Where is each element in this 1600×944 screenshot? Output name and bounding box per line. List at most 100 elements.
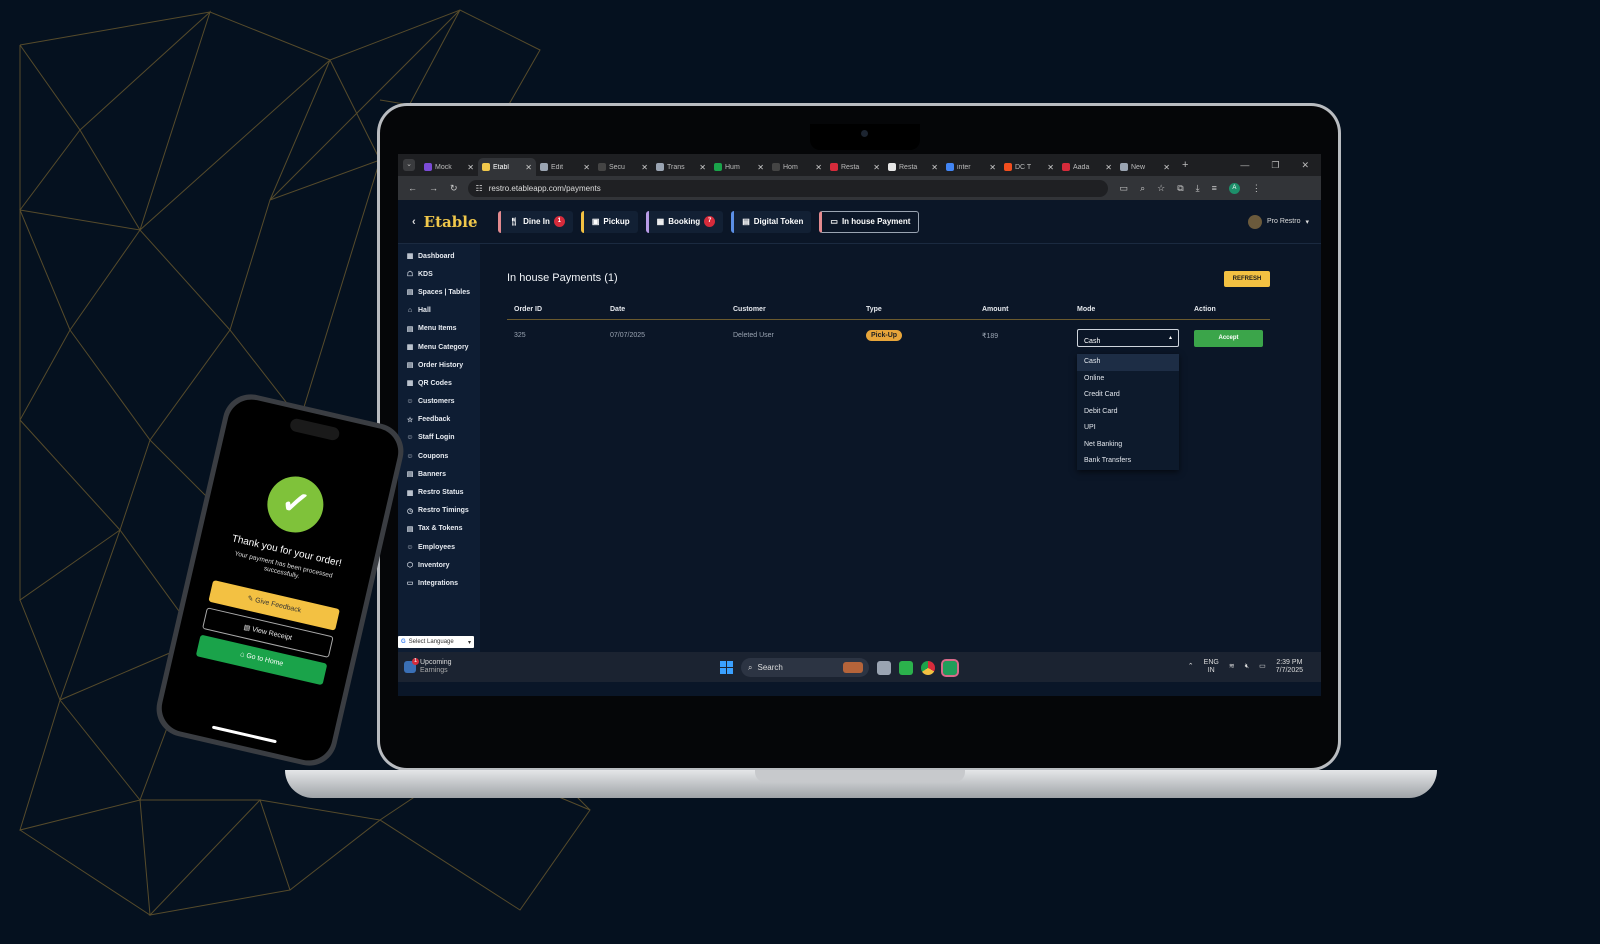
battery-icon[interactable]: ▭ bbox=[1259, 663, 1266, 671]
sidebar-item-employees[interactable]: ☺ Employees bbox=[398, 538, 480, 556]
sidebar-item-restro-timings[interactable]: ◷ Restro Timings bbox=[398, 502, 480, 520]
task-view-icon[interactable] bbox=[877, 660, 891, 675]
back-chevron-icon[interactable]: ‹ bbox=[412, 216, 416, 228]
sidebar-item-label: Customers bbox=[418, 398, 455, 406]
sidebar-item-spaces-tables[interactable]: ▤ Spaces | Tables bbox=[398, 283, 480, 301]
sidebar-item-integrations[interactable]: ▭ Integrations bbox=[398, 574, 480, 592]
mode-option[interactable]: UPI bbox=[1077, 420, 1179, 437]
language-indicator[interactable]: ENG IN bbox=[1204, 659, 1219, 675]
sidebar-item-qr-codes[interactable]: ▦ QR Codes bbox=[398, 374, 480, 392]
browser-tab[interactable]: New ✕ bbox=[1116, 158, 1174, 176]
nav-tab-digital-token[interactable]: ▤ Digital Token bbox=[731, 210, 812, 233]
taskbar-search[interactable]: ⌕ Search bbox=[741, 658, 869, 677]
sidebar-item-banners[interactable]: ▤ Banners bbox=[398, 465, 480, 483]
mute-icon[interactable]: 🔇︎ bbox=[1245, 663, 1249, 671]
close-tab-icon[interactable]: ✕ bbox=[1163, 163, 1170, 172]
mode-option[interactable]: Bank Transfers bbox=[1077, 453, 1179, 470]
site-info-icon[interactable]: ☷ bbox=[476, 184, 483, 193]
mode-option[interactable]: Online bbox=[1077, 371, 1179, 388]
sidebar-item-dashboard[interactable]: ▦ Dashboard bbox=[398, 247, 480, 265]
clock[interactable]: 2:39 PM 7/7/2025 bbox=[1276, 659, 1303, 675]
download-icon[interactable]: ⤓ bbox=[1196, 183, 1200, 194]
sidebar-item-order-history[interactable]: ▤ Order History bbox=[398, 356, 480, 374]
profile-menu[interactable]: Pro Restro ▾ bbox=[1248, 214, 1309, 229]
browser-tab[interactable]: Trans ✕ bbox=[652, 158, 710, 176]
browser-tab[interactable]: Mock ✕ bbox=[420, 158, 478, 176]
browser-tab[interactable]: Aada ✕ bbox=[1058, 158, 1116, 176]
sidebar-item-hall[interactable]: ⌂ Hall bbox=[398, 302, 480, 320]
wifi-icon[interactable]: ≋ bbox=[1229, 663, 1235, 671]
sidebar-item-feedback[interactable]: ☆ Feedback bbox=[398, 411, 480, 429]
close-tab-icon[interactable]: ✕ bbox=[525, 163, 532, 172]
minimize-icon[interactable]: — bbox=[1240, 160, 1249, 171]
chrome-icon[interactable] bbox=[921, 660, 935, 675]
close-tab-icon[interactable]: ✕ bbox=[1105, 163, 1112, 172]
accept-button[interactable]: Accept bbox=[1194, 330, 1263, 347]
url-field[interactable]: ☷ restro.etableapp.com/payments bbox=[467, 179, 1108, 197]
zoom-icon[interactable]: ⌕ bbox=[1140, 183, 1145, 194]
close-window-icon[interactable]: ✕ bbox=[1301, 160, 1309, 171]
sidebar-item-label: Restro Timings bbox=[418, 507, 469, 515]
tab-search-chevron-icon[interactable]: ⌄ bbox=[403, 159, 415, 171]
browser-tab[interactable]: Hum ✕ bbox=[710, 158, 768, 176]
windows-start-icon[interactable] bbox=[720, 661, 733, 674]
sidebar-item-menu-category[interactable]: ▦ Menu Category bbox=[398, 338, 480, 356]
close-tab-icon[interactable]: ✕ bbox=[989, 163, 996, 172]
weather-widget[interactable]: 1 Upcoming Earnings bbox=[404, 658, 452, 675]
sidebar-item-tax-tokens[interactable]: ▤ Tax & Tokens bbox=[398, 520, 480, 538]
close-tab-icon[interactable]: ✕ bbox=[1047, 163, 1054, 172]
restore-icon[interactable]: ❐ bbox=[1271, 160, 1279, 171]
nav-tab-dine-in[interactable]: 🍴︎ Dine In 1 bbox=[498, 210, 573, 233]
mode-option[interactable]: Cash bbox=[1077, 354, 1179, 371]
close-tab-icon[interactable]: ✕ bbox=[583, 163, 590, 172]
close-tab-icon[interactable]: ✕ bbox=[467, 163, 474, 172]
tray-chevron-up-icon[interactable]: ⌃ bbox=[1188, 663, 1194, 671]
select-language-dropdown[interactable]: G Select Language ▾ bbox=[398, 636, 474, 648]
media-icon[interactable]: ≡ bbox=[1212, 183, 1217, 193]
extensions-icon[interactable]: ⧉ bbox=[1177, 183, 1183, 194]
mode-option[interactable]: Credit Card bbox=[1077, 387, 1179, 404]
close-tab-icon[interactable]: ✕ bbox=[699, 163, 706, 172]
browser-tab[interactable]: Etabl ✕ bbox=[478, 158, 536, 176]
tab-label: Resta bbox=[841, 163, 860, 171]
close-tab-icon[interactable]: ✕ bbox=[815, 163, 822, 172]
whatsapp-business-icon[interactable] bbox=[899, 660, 913, 675]
browser-tab[interactable]: inter ✕ bbox=[942, 158, 1000, 176]
menu-kebab-icon[interactable]: ⋮ bbox=[1252, 183, 1261, 194]
search-icon: ⌕ bbox=[748, 662, 753, 672]
sidebar-item-menu-items[interactable]: ▤ Menu Items bbox=[398, 320, 480, 338]
mode-select[interactable]: Cash ▴ bbox=[1077, 329, 1179, 347]
browser-tab[interactable]: Resta ✕ bbox=[884, 158, 942, 176]
close-tab-icon[interactable]: ✕ bbox=[641, 163, 648, 172]
forward-icon[interactable]: → bbox=[429, 183, 438, 194]
sidebar-item-customers[interactable]: ☺ Customers bbox=[398, 393, 480, 411]
browser-tab[interactable]: Hom ✕ bbox=[768, 158, 826, 176]
mode-option[interactable]: Debit Card bbox=[1077, 404, 1179, 421]
nav-tab-icon: 🍴︎ bbox=[509, 217, 520, 226]
close-tab-icon[interactable]: ✕ bbox=[873, 163, 880, 172]
nav-tab-pickup[interactable]: ▣ Pickup bbox=[580, 210, 638, 233]
sidebar-item-restro-status[interactable]: ▦ Restro Status bbox=[398, 483, 480, 501]
sidebar-item-kds[interactable]: ☖ KDS bbox=[398, 265, 480, 283]
close-tab-icon[interactable]: ✕ bbox=[757, 163, 764, 172]
cast-icon[interactable]: ▭ bbox=[1120, 183, 1129, 194]
back-icon[interactable]: ← bbox=[408, 183, 417, 194]
sidebar-item-coupons[interactable]: ☺ Coupons bbox=[398, 447, 480, 465]
reload-icon[interactable]: ↻ bbox=[450, 183, 458, 194]
close-tab-icon[interactable]: ✕ bbox=[931, 163, 938, 172]
browser-tab[interactable]: Secu ✕ bbox=[594, 158, 652, 176]
sidebar-item-inventory[interactable]: ⬡ Inventory bbox=[398, 556, 480, 574]
nav-tab-in-house-payment[interactable]: ▭ In house Payment bbox=[819, 210, 920, 233]
sidebar-icon: ▦ bbox=[406, 344, 414, 352]
browser-tab[interactable]: Edit ✕ bbox=[536, 158, 594, 176]
new-tab-button[interactable]: + bbox=[1182, 159, 1188, 171]
whatsapp-icon[interactable] bbox=[941, 658, 959, 677]
profile-avatar[interactable]: A bbox=[1228, 182, 1240, 194]
nav-tab-booking[interactable]: ▦ Booking 7 bbox=[645, 210, 724, 233]
mode-option[interactable]: Net Banking bbox=[1077, 437, 1179, 454]
sidebar-item-staff-login[interactable]: ☺ Staff Login bbox=[398, 429, 480, 447]
browser-tab[interactable]: Resta ✕ bbox=[826, 158, 884, 176]
bookmark-star-icon[interactable]: ☆ bbox=[1157, 183, 1165, 194]
browser-tab[interactable]: DC T ✕ bbox=[1000, 158, 1058, 176]
refresh-button[interactable]: REFRESH bbox=[1224, 271, 1270, 287]
